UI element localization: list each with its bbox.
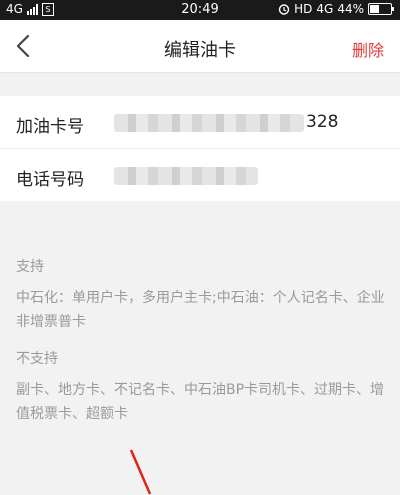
card-form: 加油卡号 328 电话号码 (0, 96, 400, 201)
annotation-arrow (129, 449, 152, 495)
phone-row[interactable]: 电话号码 (0, 148, 400, 201)
battery-percent: 44% (337, 2, 364, 16)
nosupport-text: 副卡、地方卡、不记名卡、中石油BP卡司机卡、过期卡、增值税票卡、超额卡 (16, 382, 385, 422)
status-bar: 4G S 20:49 HD 4G 44% (0, 0, 400, 20)
support-title: 支持 (16, 259, 44, 275)
support-text: 中石化：单用户卡，多用户主卡;中石油：个人记名卡、企业非增票普卡 (16, 290, 385, 330)
phone-masked (114, 167, 258, 185)
page-title: 编辑油卡 (164, 40, 236, 61)
network-type-right: 4G (316, 2, 334, 16)
phone-label: 电话号码 (16, 170, 84, 190)
nav-bar: 编辑油卡 删除 (0, 20, 400, 73)
card-number-label: 加油卡号 (16, 117, 84, 137)
status-right: HD 4G 44% (278, 2, 394, 16)
card-number-masked (114, 114, 304, 132)
nosupport-title: 不支持 (16, 351, 58, 367)
delete-button[interactable]: 删除 (352, 37, 384, 61)
card-number-tail: 328 (306, 112, 339, 132)
alarm-icon (278, 4, 290, 15)
battery-icon (368, 3, 394, 15)
card-number-row[interactable]: 加油卡号 328 (0, 96, 400, 148)
hd-indicator: HD (294, 2, 313, 16)
